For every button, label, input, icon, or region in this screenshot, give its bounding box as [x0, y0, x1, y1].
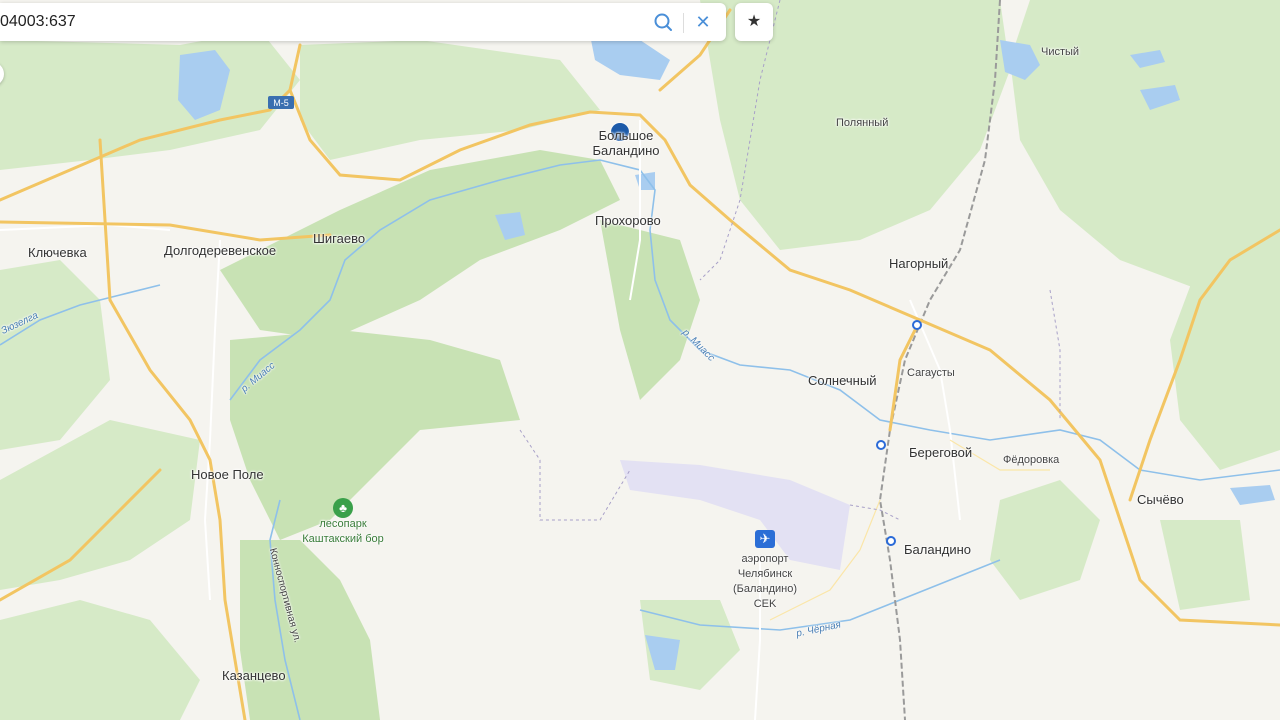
- poi-park-label[interactable]: лесопарк Каштакский бор: [293, 517, 393, 547]
- place-kazantsevo[interactable]: Казанцево: [222, 668, 286, 683]
- station-marker[interactable]: [876, 440, 886, 450]
- place-sychevo[interactable]: Сычёво: [1137, 492, 1184, 507]
- map-canvas[interactable]: М-5: [0, 0, 1280, 720]
- place-shigaevo[interactable]: Шигаево: [313, 231, 365, 246]
- place-bolshoe-balandino[interactable]: Большое Баландино: [588, 128, 664, 158]
- bookmark-button[interactable]: ★: [735, 3, 773, 41]
- place-novoe-pole[interactable]: Новое Поле: [191, 467, 264, 482]
- place-dolgoderevenskoe[interactable]: Долгодеревенское: [164, 243, 276, 258]
- station-marker[interactable]: [886, 536, 896, 546]
- place-klyuchevka[interactable]: Ключевка: [28, 245, 87, 260]
- place-polyannyi[interactable]: Полянный: [836, 117, 888, 129]
- place-nagornyi[interactable]: Нагорный: [889, 256, 948, 271]
- close-icon: ✕: [695, 12, 711, 32]
- search-divider: [683, 13, 684, 33]
- place-chistyi[interactable]: Чистый: [1041, 46, 1079, 58]
- search-button[interactable]: [648, 9, 678, 35]
- poi-airport-label[interactable]: аэропорт Челябинск (Баландино) CEK: [722, 552, 808, 612]
- search-icon: [654, 13, 672, 31]
- place-solnechnyi[interactable]: Солнечный: [808, 373, 876, 388]
- clear-button[interactable]: ✕: [690, 9, 716, 35]
- place-fedorovka[interactable]: Фёдоровка: [1003, 454, 1059, 466]
- place-prokhorovo[interactable]: Прохорово: [595, 213, 661, 228]
- search-bar: 04003:637 ✕: [0, 3, 726, 41]
- place-beregovoi[interactable]: Береговой: [909, 445, 972, 460]
- search-input[interactable]: 04003:637: [0, 13, 76, 31]
- star-icon: ★: [746, 13, 762, 30]
- park-icon[interactable]: ♣: [333, 498, 353, 518]
- road-shield-m5-label: М-5: [273, 98, 289, 108]
- station-marker[interactable]: [912, 320, 922, 330]
- place-sagausty[interactable]: Сагаусты: [907, 367, 955, 379]
- place-balandino[interactable]: Баландино: [904, 542, 971, 557]
- airport-icon[interactable]: ✈: [755, 530, 775, 548]
